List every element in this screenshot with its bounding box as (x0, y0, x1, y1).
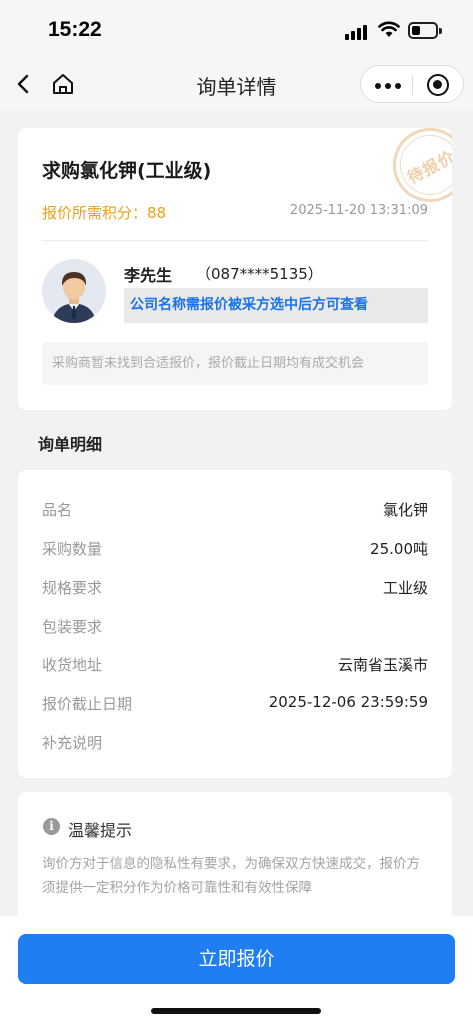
mini-program-capsule (360, 65, 464, 103)
details-section-title: 询单明细 (38, 435, 103, 454)
detail-row-quantity: 采购数量 25.00吨 (42, 538, 428, 560)
detail-label: 包装要求 (42, 618, 103, 636)
detail-row-product: 品名 氯化钾 (42, 499, 428, 521)
avatar (42, 259, 106, 323)
detail-value: 氯化钾 (382, 501, 428, 519)
info-icon: i (43, 818, 60, 835)
nav-bar: 询单详情 (0, 58, 473, 110)
buyer-phone: （087****5135） (196, 265, 323, 283)
tips-title: 温馨提示 (68, 821, 133, 840)
detail-value: 2025-12-06 23:59:59 (268, 693, 428, 711)
required-points: 报价所需积分：88 (42, 204, 167, 222)
detail-row-spec: 规格要求 工业级 (42, 577, 428, 599)
target-icon[interactable] (427, 74, 449, 96)
company-name-notice: 公司名称需报价被采方选中后方可查看 (124, 288, 428, 323)
tips-body: 询价方对于信息的隐私性有要求，为确保双方快速成交，报价方须提供一定积分作为价格可… (42, 856, 420, 896)
wifi-icon (378, 21, 400, 37)
detail-label: 报价截止日期 (42, 695, 133, 713)
buyer-name: 李先生 (124, 266, 173, 285)
detail-value: 25.00吨 (370, 540, 428, 558)
detail-row-notes: 补充说明 (42, 732, 428, 754)
detail-value: 工业级 (382, 579, 428, 597)
status-time: 15:22 (48, 18, 102, 41)
detail-label: 补充说明 (42, 734, 103, 752)
battery-icon (408, 22, 442, 39)
detail-label: 收货地址 (42, 656, 103, 674)
more-dots-icon[interactable] (375, 83, 401, 89)
divider (42, 240, 428, 241)
signal-icon (345, 24, 371, 40)
bottom-action-bar: 立即报价 (0, 916, 473, 1024)
detail-row-deadline: 报价截止日期 2025-12-06 23:59:59 (42, 693, 428, 715)
detail-row-address: 收货地址 云南省玉溪市 (42, 654, 428, 676)
detail-value: 云南省玉溪市 (337, 656, 428, 674)
buyer-avatar-icon (52, 272, 96, 323)
status-bar: 15:22 (0, 0, 473, 58)
detail-label: 品名 (42, 501, 73, 519)
inquiry-title: 求购氯化钾(工业级) (42, 160, 212, 182)
pending-quote-stamp: 待报价 (379, 128, 452, 216)
home-indicator (151, 1008, 321, 1014)
inquiry-date: 2025-11-20 13:31:09 (289, 203, 428, 218)
inquiry-summary-card: 待报价 求购氯化钾(工业级) 报价所需积分：88 2025-11-20 13:3… (18, 128, 452, 410)
tips-card: i 温馨提示 询价方对于信息的隐私性有要求，为确保双方快速成交，报价方须提供一定… (18, 792, 452, 932)
inquiry-details-card: 品名 氯化钾 采购数量 25.00吨 规格要求 工业级 包装要求 收货地址 云南… (18, 470, 452, 778)
detail-row-packaging: 包装要求 (42, 616, 428, 638)
quote-now-button[interactable]: 立即报价 (18, 934, 455, 984)
detail-label: 采购数量 (42, 540, 103, 558)
inquiry-hint: 采购商暂未找到合适报价，报价截止日期均有成交机会 (42, 342, 428, 385)
detail-label: 规格要求 (42, 579, 103, 597)
